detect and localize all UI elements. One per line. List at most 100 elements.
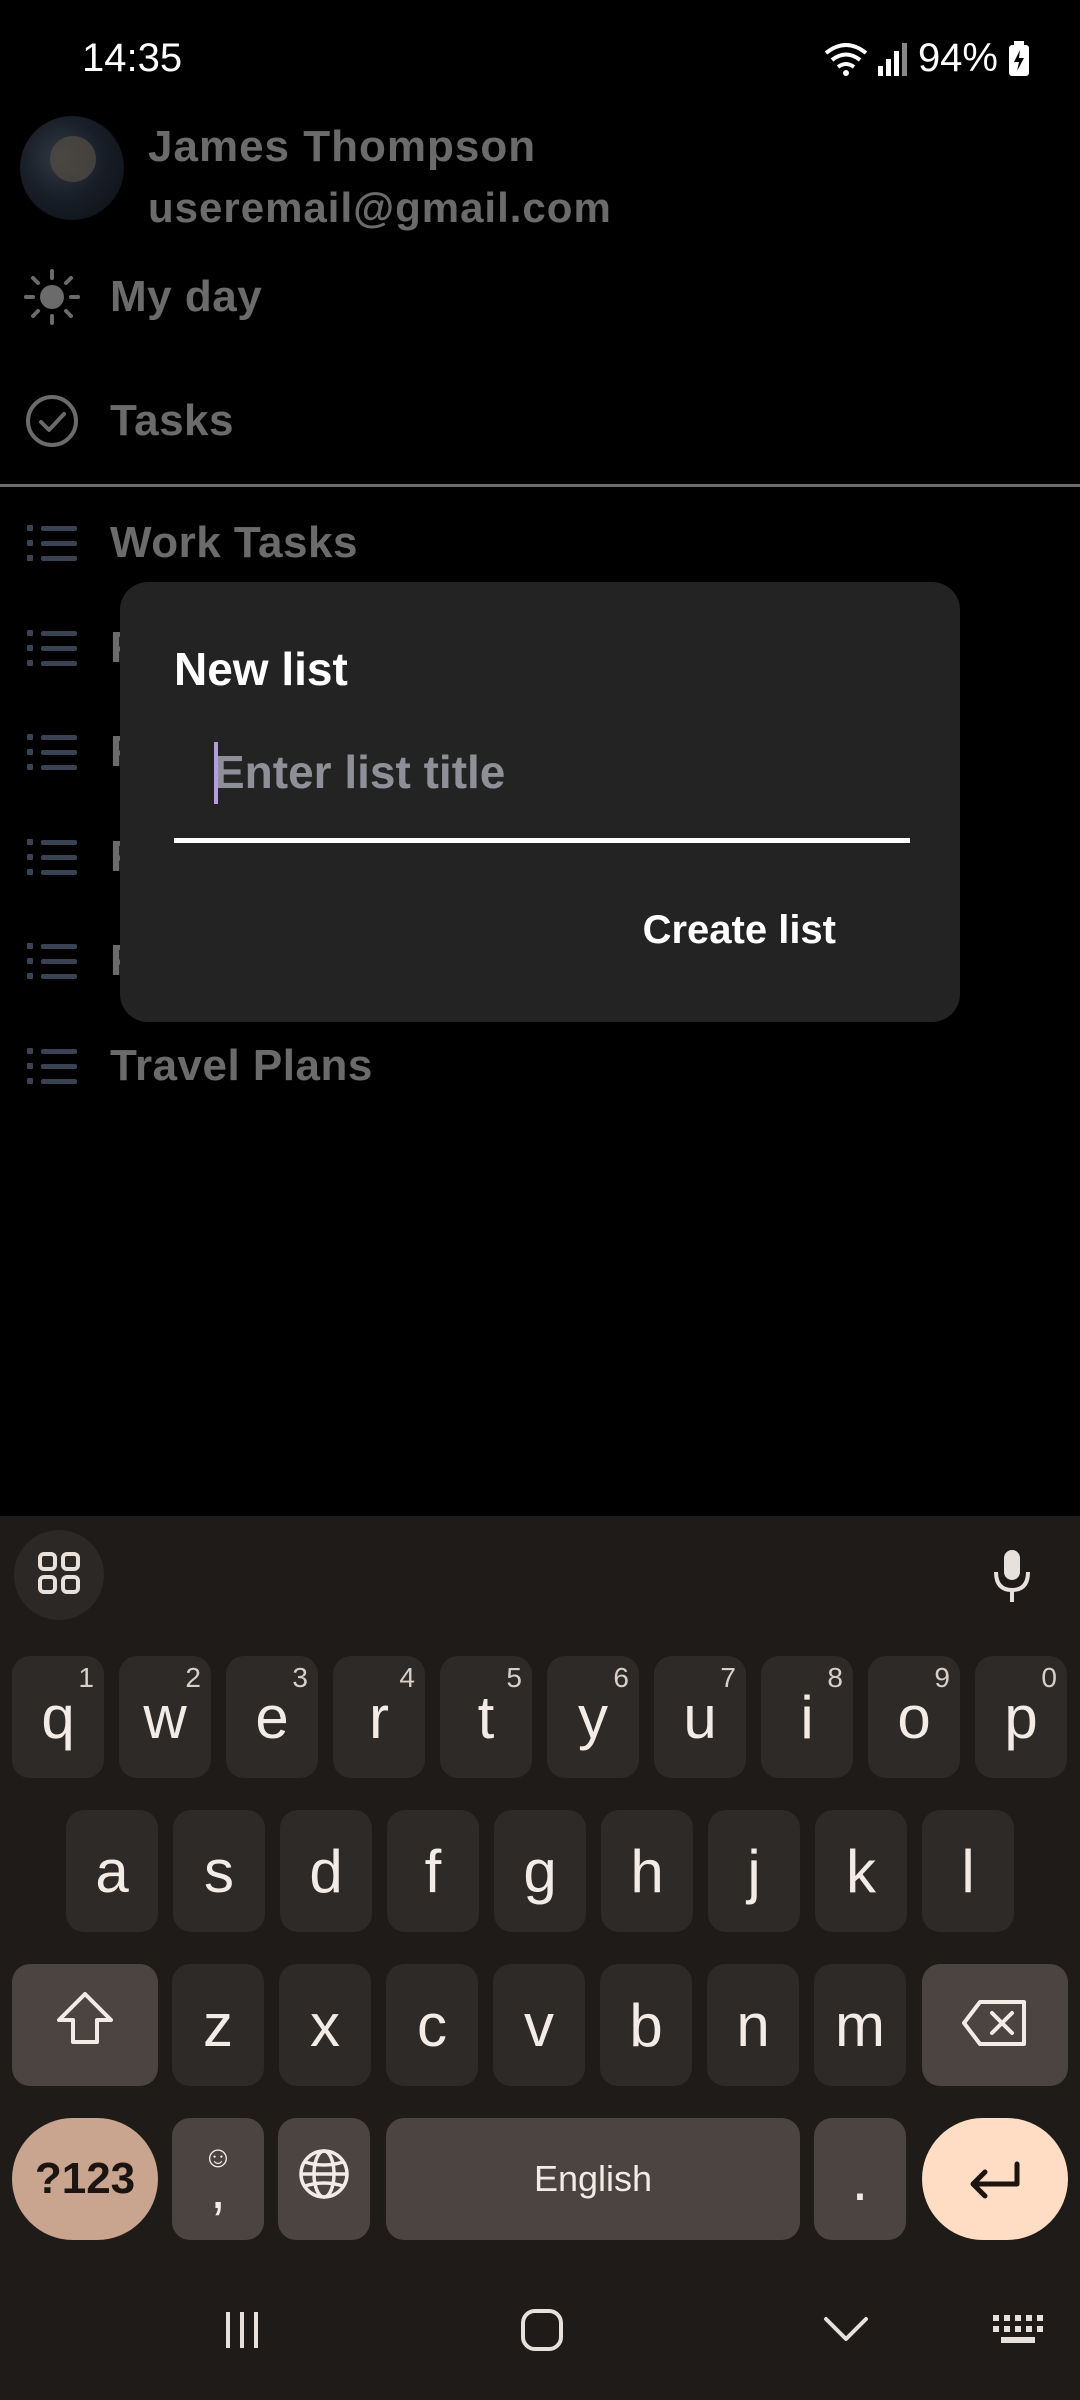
- key-r[interactable]: r4: [333, 1656, 425, 1778]
- key-k[interactable]: k: [815, 1810, 907, 1932]
- keyboard-toolbar: [0, 1516, 1080, 1636]
- space-key[interactable]: English: [386, 2118, 800, 2240]
- keyboard-switch-button[interactable]: [978, 2302, 1058, 2362]
- back-button[interactable]: [806, 2302, 886, 2362]
- key-number-hint: 7: [720, 1662, 736, 1693]
- key-number-hint: 4: [399, 1662, 415, 1693]
- key-label: e: [255, 1683, 289, 1751]
- key-f[interactable]: f: [387, 1810, 479, 1932]
- profile-name: James Thompson: [148, 122, 537, 171]
- text-cursor: [214, 742, 218, 804]
- voice-input-button[interactable]: [972, 1538, 1052, 1618]
- avatar: [20, 116, 124, 220]
- key-n[interactable]: n: [707, 1964, 799, 2086]
- signal-icon: [877, 42, 908, 76]
- key-w[interactable]: w2: [119, 1656, 211, 1778]
- key-l[interactable]: l: [922, 1810, 1014, 1932]
- key-a[interactable]: a: [66, 1810, 158, 1932]
- recent-apps-icon: [222, 2310, 262, 2355]
- status-time: 14:35: [82, 36, 183, 80]
- create-list-button[interactable]: Create list: [633, 882, 846, 978]
- key-number-hint: 0: [1041, 1662, 1057, 1693]
- backspace-key[interactable]: [922, 1964, 1068, 2086]
- drawer-item-label: My day: [110, 272, 263, 321]
- key-number-hint: 1: [78, 1662, 94, 1693]
- key-s[interactable]: s: [173, 1810, 265, 1932]
- key-label: w: [143, 1683, 187, 1751]
- language-key[interactable]: [278, 2118, 370, 2240]
- key-label: u: [683, 1683, 717, 1751]
- comma-emoji-key[interactable]: ☺ ,: [172, 2118, 264, 2240]
- keyboard-icon: [993, 2314, 1043, 2350]
- sun-icon: [24, 269, 80, 325]
- key-z[interactable]: z: [172, 1964, 264, 2086]
- list-title-field[interactable]: [174, 722, 910, 826]
- microphone-icon: [992, 1548, 1032, 1609]
- key-g[interactable]: g: [494, 1810, 586, 1932]
- key-u[interactable]: u7: [654, 1656, 746, 1778]
- drawer-item-my-day[interactable]: My day: [0, 242, 1080, 352]
- key-p[interactable]: p0: [975, 1656, 1067, 1778]
- key-m[interactable]: m: [814, 1964, 906, 2086]
- key-number-hint: 2: [185, 1662, 201, 1693]
- key-label: t: [477, 1683, 495, 1751]
- shift-icon: [55, 1990, 115, 2060]
- key-number-hint: 3: [292, 1662, 308, 1693]
- key-x[interactable]: x: [279, 1964, 371, 2086]
- key-j[interactable]: j: [708, 1810, 800, 1932]
- home-icon: [520, 2308, 564, 2357]
- profile-header[interactable]: James Thompson useremail@gmail.com: [20, 108, 1060, 231]
- key-label: q: [41, 1683, 75, 1751]
- input-underline: [174, 838, 910, 843]
- drawer-divider: [0, 484, 1080, 487]
- check-circle-icon: [24, 393, 80, 449]
- battery-percent: 94%: [917, 36, 998, 80]
- drawer-item-label: Tasks: [110, 396, 234, 445]
- chevron-down-icon: [823, 2316, 869, 2349]
- keyboard-menu-button[interactable]: [14, 1530, 104, 1620]
- wifi-icon: [824, 41, 868, 77]
- list-icon: [24, 829, 80, 885]
- key-q[interactable]: q1: [12, 1656, 104, 1778]
- list-icon: [24, 1038, 80, 1094]
- period-key[interactable]: .: [814, 2118, 906, 2240]
- recent-apps-button[interactable]: [202, 2302, 282, 2362]
- key-label: p: [1004, 1683, 1038, 1751]
- list-item-label: Work Tasks: [110, 518, 358, 567]
- new-list-dialog: New list Create list: [120, 582, 960, 1022]
- key-number-hint: 5: [506, 1662, 522, 1693]
- key-y[interactable]: y6: [547, 1656, 639, 1778]
- home-button[interactable]: [502, 2302, 582, 2362]
- list-icon: [24, 724, 80, 780]
- key-t[interactable]: t5: [440, 1656, 532, 1778]
- list-item-travel-plans[interactable]: Travel Plans: [0, 1011, 1080, 1121]
- comma-label: ,: [210, 2157, 226, 2220]
- list-icon: [24, 515, 80, 571]
- list-title-input[interactable]: [174, 722, 910, 822]
- key-c[interactable]: c: [386, 1964, 478, 2086]
- key-label: i: [800, 1683, 814, 1751]
- dialog-title: New list: [174, 643, 348, 695]
- list-icon: [24, 933, 80, 989]
- key-d[interactable]: d: [280, 1810, 372, 1932]
- key-e[interactable]: e3: [226, 1656, 318, 1778]
- key-o[interactable]: o9: [868, 1656, 960, 1778]
- symbols-key[interactable]: ?123: [12, 2118, 158, 2240]
- list-icon: [24, 620, 80, 676]
- key-number-hint: 8: [827, 1662, 843, 1693]
- status-bar: 14:35 94%: [0, 0, 1080, 120]
- drawer-item-tasks[interactable]: Tasks: [0, 366, 1080, 476]
- enter-icon: [967, 2145, 1023, 2214]
- key-v[interactable]: v: [493, 1964, 585, 2086]
- key-h[interactable]: h: [601, 1810, 693, 1932]
- key-i[interactable]: i8: [761, 1656, 853, 1778]
- key-label: y: [578, 1683, 608, 1751]
- shift-key[interactable]: [12, 1964, 158, 2086]
- list-item-label: Travel Plans: [110, 1041, 373, 1090]
- key-b[interactable]: b: [600, 1964, 692, 2086]
- system-nav-bar: [0, 2262, 1080, 2400]
- enter-key[interactable]: [922, 2118, 1068, 2240]
- grid-icon: [37, 1551, 81, 1600]
- status-icons: 94%: [824, 36, 1030, 81]
- key-label: r: [369, 1683, 389, 1751]
